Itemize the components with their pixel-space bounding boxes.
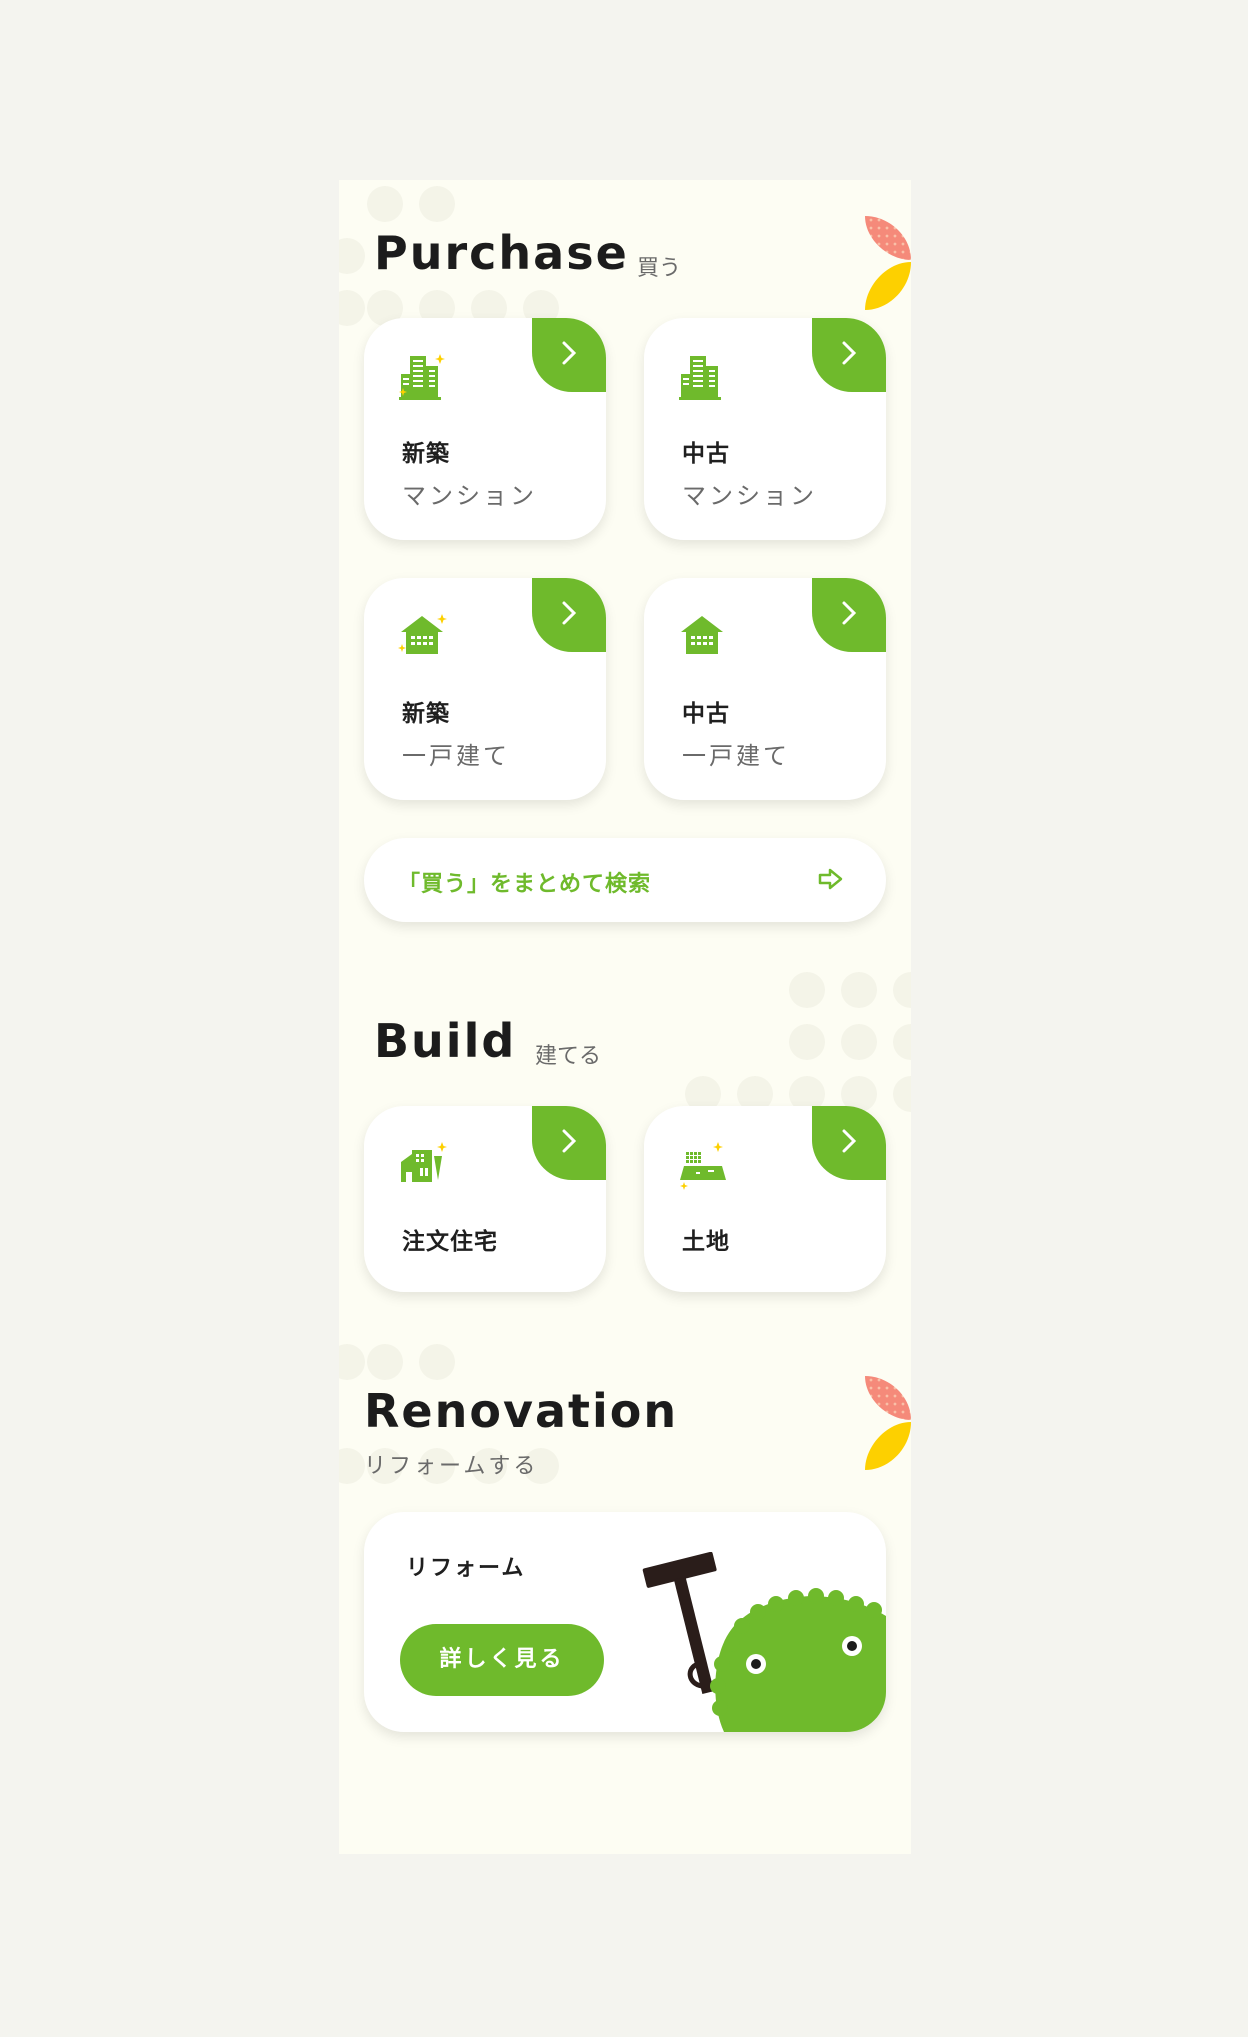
card-land[interactable]: 土地 bbox=[644, 1106, 886, 1292]
search-all-purchase-button[interactable]: 「買う」をまとめて検索 bbox=[364, 838, 886, 922]
arrow-right-icon bbox=[818, 868, 843, 890]
land-icon bbox=[680, 1142, 726, 1190]
card-label-secondary: マンション bbox=[682, 482, 817, 510]
card-new-mansion[interactable]: 新築 マンション bbox=[364, 318, 606, 540]
chevron-right-icon bbox=[812, 578, 886, 652]
search-all-purchase-label: 「買う」をまとめて検索 bbox=[398, 872, 652, 897]
card-label-primary: 新築 bbox=[402, 701, 450, 727]
chevron-right-icon bbox=[532, 578, 606, 652]
card-used-house[interactable]: 中古 一戸建て bbox=[644, 578, 886, 800]
card-label-primary: 新築 bbox=[402, 441, 450, 467]
chevron-right-icon bbox=[812, 318, 886, 392]
card-label-primary: 注文住宅 bbox=[402, 1229, 498, 1255]
details-button[interactable]: 詳しく見る bbox=[400, 1624, 604, 1696]
chevron-right-icon bbox=[812, 1106, 886, 1180]
card-new-house[interactable]: 新築 一戸建て bbox=[364, 578, 606, 800]
renovation-title: Renovation bbox=[364, 1384, 679, 1438]
card-custom-house[interactable]: 注文住宅 bbox=[364, 1106, 606, 1292]
chevron-right-icon bbox=[532, 318, 606, 392]
renovation-card-title: リフォーム bbox=[406, 1556, 526, 1581]
house-icon bbox=[681, 616, 723, 654]
card-label-primary: 中古 bbox=[682, 441, 730, 467]
card-label-secondary: 一戸建て bbox=[402, 742, 510, 770]
building-icon bbox=[679, 356, 721, 400]
renovation-subtitle: リフォームする bbox=[364, 1454, 539, 1479]
mascot-with-hammer-icon bbox=[642, 1552, 886, 1732]
card-label-primary: 土地 bbox=[682, 1229, 730, 1255]
page: Purchase 買う 新築 マンション 中古 マンション 新築 一戸建て 中古… bbox=[339, 180, 911, 1854]
petal-decoration-icon bbox=[865, 1376, 911, 1470]
build-subtitle: 建てる bbox=[535, 1044, 602, 1069]
purchase-subtitle: 買う bbox=[637, 256, 682, 281]
chevron-right-icon bbox=[532, 1106, 606, 1180]
card-label-primary: 中古 bbox=[682, 701, 730, 727]
card-label-secondary: 一戸建て bbox=[682, 742, 790, 770]
building-icon bbox=[399, 354, 445, 400]
house-icon bbox=[398, 614, 447, 654]
purchase-title: Purchase bbox=[374, 226, 629, 280]
renovation-card[interactable]: リフォーム 詳しく見る bbox=[364, 1512, 886, 1732]
petal-decoration-icon bbox=[865, 216, 911, 310]
build-title: Build bbox=[374, 1014, 517, 1068]
card-used-mansion[interactable]: 中古 マンション bbox=[644, 318, 886, 540]
custom-house-icon bbox=[401, 1142, 447, 1182]
card-label-secondary: マンション bbox=[402, 482, 537, 510]
